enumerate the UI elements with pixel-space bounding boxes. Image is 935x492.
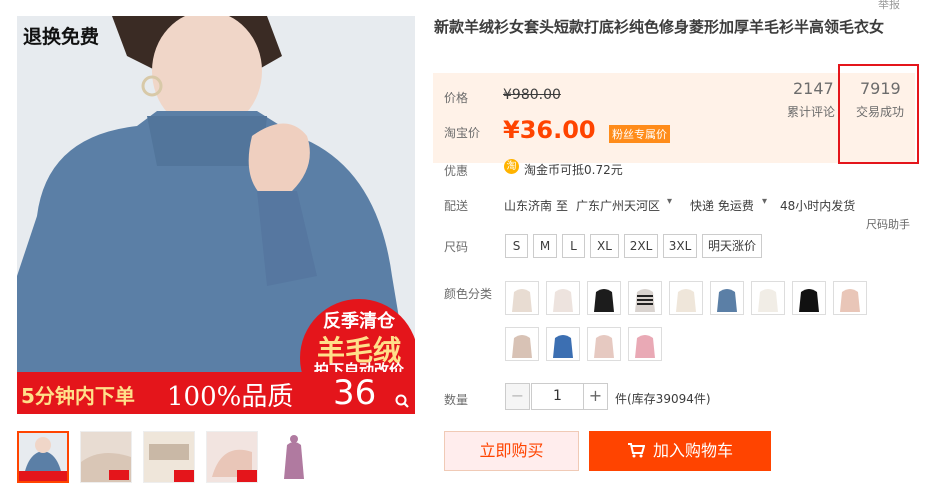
color-swatch-6[interactable] — [710, 281, 744, 315]
swatch-10-image — [506, 328, 538, 360]
swatch-2-image — [547, 282, 579, 314]
swatch-4-image — [629, 282, 661, 314]
color-swatch-10[interactable] — [505, 327, 539, 361]
current-price: ¥36.00 — [503, 116, 596, 144]
zoom-icon[interactable] — [395, 394, 409, 408]
color-swatch-13[interactable] — [628, 327, 662, 361]
thumbnail-2[interactable] — [80, 431, 132, 483]
quantity-minus-button[interactable]: − — [505, 383, 530, 410]
color-swatch-8[interactable] — [792, 281, 826, 315]
promo-bar: 5分钟内下单 100%品质 36 — [17, 372, 415, 414]
swatch-11-image — [547, 328, 579, 360]
swatch-6-image — [711, 282, 743, 314]
destination-dropdown-icon[interactable]: ▾ — [667, 196, 672, 207]
delivery-to-word: 至 — [556, 199, 569, 213]
cart-icon — [627, 443, 646, 458]
thumbnail-1[interactable] — [17, 431, 69, 483]
color-swatch-5[interactable] — [669, 281, 703, 315]
size-helper-link[interactable]: 尺码助手 — [866, 216, 910, 232]
size-label: 尺码 — [444, 240, 469, 254]
promo-bar-middle: 100%品质 — [167, 382, 294, 412]
offer-amount: 0.72元 — [584, 163, 623, 177]
size-option-xl[interactable]: XL — [590, 234, 619, 258]
swatch-13-image — [629, 328, 661, 360]
size-option-3xl[interactable]: 3XL — [663, 234, 697, 258]
fan-price-tag: 粉丝专属价 — [609, 125, 670, 143]
offer-label: 优惠 — [444, 164, 469, 178]
add-to-cart-button[interactable]: 加入购物车 — [589, 431, 771, 471]
color-swatch-9[interactable] — [833, 281, 867, 315]
report-link[interactable]: 举报 — [878, 0, 900, 12]
swatch-5-image — [670, 282, 702, 314]
quantity-input[interactable]: 1 — [531, 383, 584, 410]
delivery-destination[interactable]: 广东广州天河区 — [576, 197, 660, 214]
swatch-1-image — [506, 282, 538, 314]
color-swatch-3[interactable] — [587, 281, 621, 315]
thumbnail-4[interactable] — [206, 431, 258, 483]
delivery-method[interactable]: 快递 免运费 — [690, 197, 754, 214]
reviews-label[interactable]: 累计评论 — [787, 103, 835, 120]
thumbnail-2-image — [81, 432, 131, 482]
ship-time: 48小时内发货 — [780, 199, 856, 213]
quantity-plus-button[interactable]: + — [583, 383, 608, 410]
color-swatch-2[interactable] — [546, 281, 580, 315]
thumbnail-5-image — [269, 431, 319, 481]
method-dropdown-icon[interactable]: ▾ — [762, 196, 767, 207]
promo-bar-left: 5分钟内下单 — [21, 384, 135, 408]
swatch-12-image — [588, 328, 620, 360]
promo-bar-price: 36 — [333, 373, 377, 413]
delivery-from: 山东济南 — [504, 199, 553, 213]
thumbnail-3-image — [144, 432, 194, 482]
swatch-9-image — [834, 282, 866, 314]
color-swatch-7[interactable] — [751, 281, 785, 315]
taobao-price-label: 淘宝价 — [444, 126, 481, 140]
color-swatch-11[interactable] — [546, 327, 580, 361]
swatch-7-image — [752, 282, 784, 314]
swatch-8-image — [793, 282, 825, 314]
taobao-coin-icon: 淘 — [504, 159, 519, 174]
original-price: ¥980.00 — [503, 87, 561, 103]
size-option-m[interactable]: M — [533, 234, 557, 258]
buy-now-button[interactable]: 立即购买 — [444, 431, 579, 471]
size-option-price-notice[interactable]: 明天涨价 — [702, 234, 762, 258]
color-swatch-4[interactable] — [628, 281, 662, 315]
size-option-s[interactable]: S — [505, 234, 528, 258]
color-label: 颜色分类 — [444, 287, 493, 301]
thumbnail-1-image — [19, 433, 67, 481]
deals-highlight-box — [838, 64, 919, 164]
delivery-label: 配送 — [444, 199, 469, 213]
offer-text: 淘金币可抵0.72元 — [524, 161, 623, 178]
main-product-image[interactable]: 退换免费 反季清仓 羊毛绒 拍下自动改价 5分钟内下单 100%品质 36 — [17, 16, 415, 414]
size-option-l[interactable]: L — [562, 234, 585, 258]
swatch-3-image — [588, 282, 620, 314]
offer-text-main: 淘金币可抵 — [524, 163, 585, 177]
size-option-2xl[interactable]: 2XL — [624, 234, 658, 258]
price-label: 价格 — [444, 91, 469, 105]
stock-text: (库存39094件) — [627, 392, 711, 406]
add-to-cart-label: 加入购物车 — [652, 441, 733, 460]
thumbnail-3[interactable] — [143, 431, 195, 483]
color-swatch-12[interactable] — [587, 327, 621, 361]
quantity-unit: 件 — [615, 392, 628, 406]
color-swatch-1[interactable] — [505, 281, 539, 315]
product-title: 新款羊绒衫女套头短款打底衫纯色修身菱形加厚羊毛衫半高领毛衣女 — [434, 18, 885, 36]
thumbnail-4-image — [207, 432, 257, 482]
quantity-label: 数量 — [444, 393, 469, 407]
reviews-count[interactable]: 2147 — [793, 79, 834, 98]
return-free-badge: 退换免费 — [23, 26, 100, 48]
thumbnail-5[interactable] — [269, 431, 321, 483]
